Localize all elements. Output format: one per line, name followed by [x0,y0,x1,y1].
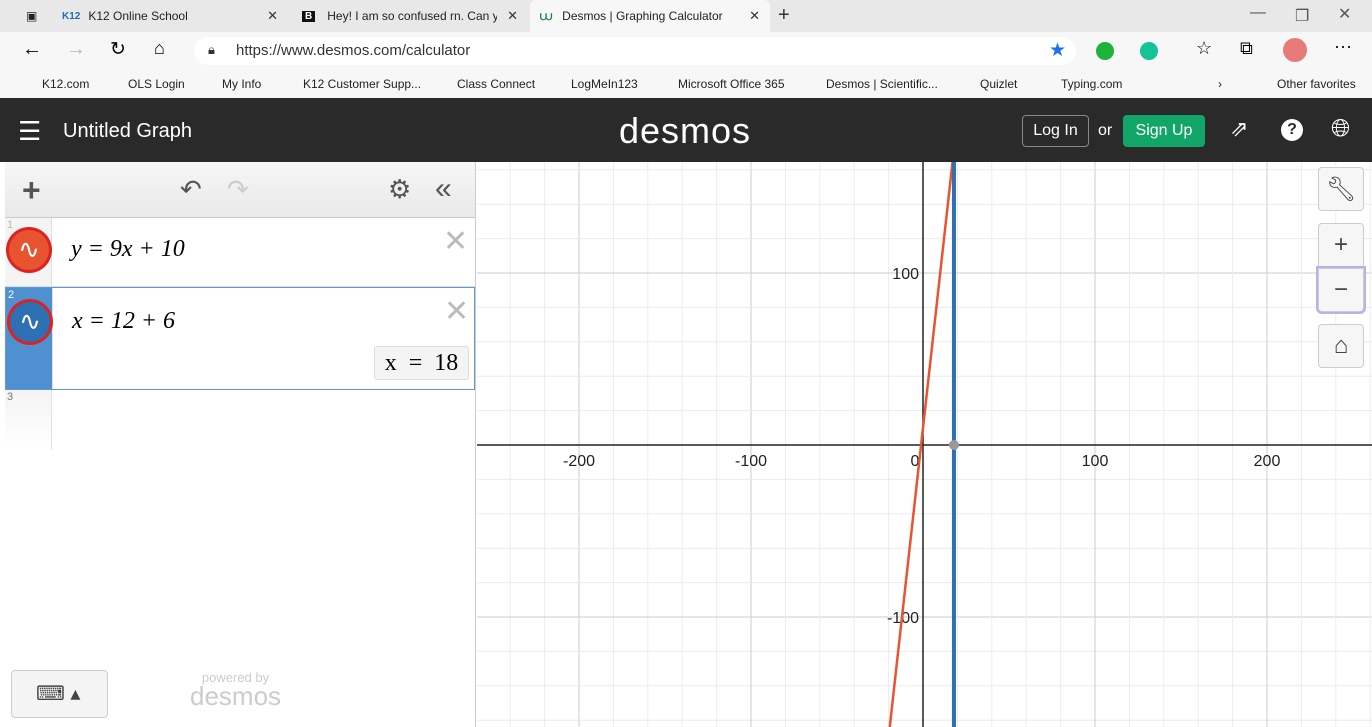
url-field[interactable]: 🔒︎ https://www.desmos.com/calculator ★ [194,37,1076,65]
tab-label: Desmos | Graphing Calculator [562,9,723,23]
desmos-icon: ⩊ [540,8,553,23]
new-tab-icon[interactable]: + [778,4,790,27]
globe-icon[interactable]: 🌐︎ [1331,115,1350,143]
graph-canvas[interactable]: -200-1000100200100-100 [477,162,1372,727]
bookmark[interactable]: Desmos | Scientific... [826,77,938,91]
menu-icon[interactable]: ☰ [18,116,41,147]
chevron-right-icon[interactable]: › [1218,77,1222,91]
x-tick-label: -200 [563,453,595,470]
minimize-icon[interactable]: — [1250,4,1266,22]
desmos-logo: desmos [619,110,752,151]
forward-icon[interactable]: → [66,38,86,61]
undo-icon[interactable]: ↶ [180,174,202,205]
desmos-header: ☰ Untitled Graph desmos Log In or Sign U… [0,98,1372,162]
redo-icon[interactable]: ↷ [227,174,249,205]
profile-avatar[interactable] [1283,38,1307,62]
extension-icon[interactable] [1096,42,1114,60]
home-icon[interactable]: ⌂ [154,38,165,59]
bookmark[interactable]: Class Connect [457,77,535,91]
tab-k12[interactable]: K12 K12 Online School ✕ [52,0,288,32]
tab-actions-icon[interactable]: ▣ [16,0,46,32]
k12-icon: K12 [62,10,81,22]
close-tab-icon[interactable]: ✕ [267,8,278,24]
share-icon[interactable]: ⇗ [1230,116,1248,142]
expression-row-3[interactable]: 3 [5,390,475,450]
add-expression-icon[interactable]: + [22,172,41,209]
address-bar: ← → ↻ ⌂ 🔒︎ https://www.desmos.com/calcula… [0,32,1372,70]
tab-bar: ▣ K12 K12 Online School ✕ B Hey! I am so co… [0,0,1372,32]
bookmark[interactable]: K12.com [42,77,89,91]
expression-gutter: 2 ∿ [6,288,53,389]
settings-gear-icon[interactable]: ⚙ [388,174,411,205]
expression-row-1[interactable]: 1 ∿ y = 9x + 10 ✕ [5,218,475,287]
expression-row-2[interactable]: 2 ∿ x = 12 + 6 ✕ x = 18 [5,287,475,390]
bookmark[interactable]: Microsoft Office 365 [678,77,785,91]
bookmark[interactable]: My Info [222,77,261,91]
expression-math[interactable]: x = 12 + 6 [72,308,175,335]
expression-math[interactable]: y = 9x + 10 [71,236,185,263]
x-tick-label: 100 [1082,453,1109,470]
grammarly-icon[interactable] [1140,42,1158,60]
tab-label: K12 Online School [88,9,188,23]
expression-number: 2 [8,289,15,301]
y-tick-label: 100 [892,266,919,283]
refresh-icon[interactable]: ↻ [110,38,126,61]
login-button[interactable]: Log In [1022,115,1089,147]
collapse-panel-icon[interactable]: « [435,172,452,206]
close-tab-icon[interactable]: ✕ [749,8,760,24]
expression-gutter: 3 [5,390,52,450]
close-tab-icon[interactable]: ✕ [507,8,518,24]
other-favorites[interactable]: Other favorites [1277,77,1356,91]
evaluation-result: x = 18 [374,346,469,380]
tab-brainly[interactable]: B Hey! I am so confused rn. Can yo ✕ [292,0,528,32]
restore-icon[interactable]: ❐ [1295,6,1309,26]
expression-number: 1 [7,219,14,231]
bookmark[interactable]: Quizlet [980,77,1017,91]
tab-desmos[interactable]: ⩊ Desmos | Graphing Calculator ✕ [530,0,770,32]
zoom-out-button[interactable]: − [1318,268,1364,312]
signup-button[interactable]: Sign Up [1123,115,1205,147]
back-icon[interactable]: ← [22,38,42,61]
brainly-icon: B [302,10,316,22]
default-view-home-icon[interactable]: ⌂ [1318,324,1364,368]
close-window-icon[interactable]: ✕ [1338,4,1351,24]
graph-settings-wrench-icon[interactable]: 🔧︎ [1318,167,1364,211]
collections-icon[interactable]: ⧉ [1240,38,1253,59]
delete-expression-icon[interactable]: ✕ [444,294,469,329]
or-text: or [1098,122,1113,139]
expression-gutter: 1 ∿ [5,218,52,286]
powered-by: powered by desmos [190,670,282,711]
x-tick-label: -100 [735,453,767,470]
graph-svg[interactable]: -200-1000100200100-100 [477,162,1372,727]
help-icon[interactable]: ? [1281,119,1303,141]
favorite-star-icon[interactable]: ★ [1049,39,1066,62]
lock-icon: 🔒︎ [208,42,215,57]
bookmark[interactable]: LogMeIn123 [571,77,638,91]
graph-toggle-icon[interactable]: ∿ [9,230,49,270]
bookmark[interactable]: K12 Customer Supp... [303,77,421,91]
url-text: https://www.desmos.com/calculator [236,42,471,59]
expression-panel: + ↶ ↷ ⚙ « 1 ∿ y = 9x + 10 ✕ 2 ∿ x = 12 +… [5,162,476,727]
expression-toolbar: + ↶ ↷ ⚙ « [5,162,475,218]
expression-number: 3 [7,391,14,403]
graph-title[interactable]: Untitled Graph [63,120,192,143]
graph-toggle-icon[interactable]: ∿ [10,302,50,342]
favorites-icon[interactable]: ☆ [1196,38,1212,59]
tab-label: Hey! I am so confused rn. Can yo [327,9,498,23]
intercept-point [948,440,959,450]
delete-expression-icon[interactable]: ✕ [443,224,468,259]
more-icon[interactable]: ··· [1334,36,1352,57]
bookmark[interactable]: Typing.com [1061,77,1122,91]
keyboard-toggle-button[interactable]: ⌨ ▴ [11,670,108,718]
zoom-in-button[interactable]: + [1318,223,1364,267]
bookmark[interactable]: OLS Login [128,77,185,91]
powered-by-logo: desmos [190,681,282,711]
bookmarks-bar: K12.com OLS Login My Info K12 Customer S… [0,70,1372,98]
x-tick-label: 200 [1254,453,1281,470]
